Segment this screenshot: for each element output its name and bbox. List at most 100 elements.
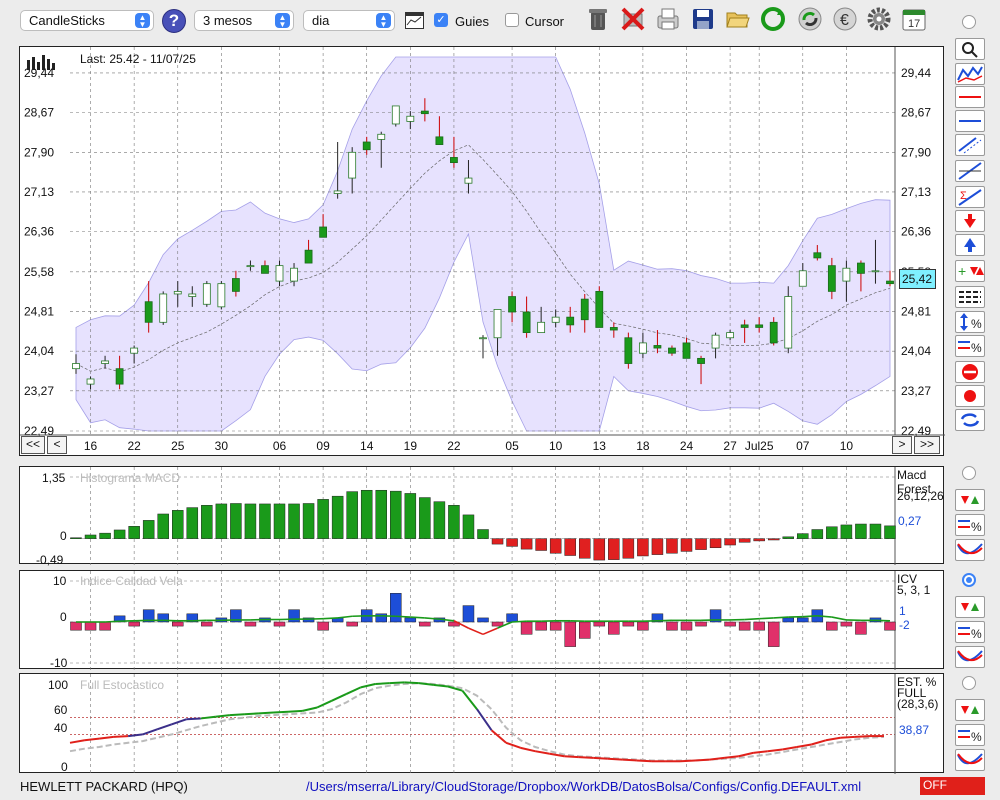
stoch-k-line bbox=[302, 706, 318, 712]
price-axis-tick-left: 27,13 bbox=[24, 185, 54, 199]
stop-button[interactable] bbox=[955, 361, 985, 383]
gear-icon[interactable] bbox=[866, 6, 892, 32]
period-value: 3 mesos bbox=[203, 13, 253, 28]
currency-icon[interactable]: € bbox=[832, 6, 858, 32]
macd-bar bbox=[360, 489, 373, 539]
icv-bar bbox=[695, 621, 707, 627]
chart-settings-icon[interactable] bbox=[405, 12, 424, 29]
record-button[interactable] bbox=[955, 385, 985, 407]
sync-button[interactable] bbox=[955, 409, 985, 431]
buy-sell-button[interactable]: + bbox=[955, 260, 985, 282]
trash-icon[interactable] bbox=[585, 6, 611, 32]
icv-bar bbox=[462, 605, 475, 623]
candle-body bbox=[464, 177, 473, 184]
stoch-k-line bbox=[520, 746, 536, 753]
hline-blue-button[interactable] bbox=[955, 110, 985, 132]
delete-icon[interactable] bbox=[620, 6, 646, 32]
icv-bar bbox=[404, 617, 417, 623]
cycle-icon[interactable] bbox=[797, 6, 823, 32]
chart-overlay-button[interactable] bbox=[955, 63, 985, 85]
buy-sell-signal-icon bbox=[956, 700, 984, 723]
calendar-icon[interactable]: 17 bbox=[901, 6, 927, 32]
hline-red-button[interactable] bbox=[955, 86, 985, 108]
date-axis-tick: 16 bbox=[84, 439, 98, 453]
save-icon[interactable] bbox=[690, 6, 716, 32]
macd-bar bbox=[491, 538, 504, 545]
stoch-k-line bbox=[98, 735, 114, 740]
oscillator-curve-button[interactable] bbox=[955, 539, 985, 561]
candlestick-chart[interactable]: 29,44 29,4428,67 28,6727,90 27,9027,13 27,13… bbox=[20, 47, 945, 457]
oscillator-curve-button[interactable] bbox=[955, 646, 985, 668]
chart-type-select[interactable]: CandleSticks ▲ ▼ bbox=[20, 10, 154, 31]
buy-sell-signal-button[interactable] bbox=[955, 489, 985, 511]
zoom-percent-button[interactable]: % bbox=[955, 311, 985, 333]
bollinger-band bbox=[75, 56, 891, 432]
interval-select[interactable]: dia ▲ ▼ bbox=[303, 10, 395, 31]
main-chart-panel: 29,44 29,44 28,67 28,67 27,90 27,90 27,13 27,13… bbox=[19, 46, 945, 457]
scale-percent-button[interactable]: % bbox=[955, 724, 985, 746]
open-folder-icon[interactable] bbox=[725, 6, 751, 32]
grid-lines-button[interactable] bbox=[955, 286, 985, 308]
date-axis-tick: 05 bbox=[505, 439, 519, 453]
fibonacci-icon: Σ bbox=[956, 187, 984, 210]
price-axis-tick-right: 24,04 bbox=[901, 344, 931, 358]
macd-bar bbox=[375, 489, 387, 539]
scale-percent-button[interactable]: % bbox=[955, 621, 985, 643]
indicator-panel-radio[interactable] bbox=[962, 466, 976, 480]
arrow-up-button[interactable] bbox=[955, 234, 985, 256]
cursor-checkbox[interactable] bbox=[505, 13, 519, 27]
buy-sell-signal-button[interactable] bbox=[955, 596, 985, 618]
macd-bar bbox=[390, 490, 402, 539]
print-icon[interactable] bbox=[655, 6, 681, 32]
scale-percent-button[interactable]: % bbox=[955, 335, 985, 357]
macd-bar bbox=[767, 538, 780, 541]
zoom-button[interactable] bbox=[955, 38, 985, 60]
off-indicator[interactable]: OFF bbox=[920, 777, 985, 795]
indicator-panel-radio[interactable] bbox=[962, 573, 976, 587]
candle-body bbox=[624, 337, 633, 364]
icv-signal-line bbox=[468, 627, 484, 636]
scale-percent-button[interactable]: % bbox=[955, 514, 985, 536]
candle-body bbox=[551, 316, 560, 323]
nav-last-button[interactable]: >> bbox=[914, 436, 940, 454]
nav-first-button[interactable]: << bbox=[21, 436, 45, 454]
oscillator-curve-button[interactable] bbox=[955, 749, 985, 771]
stoch-title: Full Estocastico bbox=[80, 678, 165, 692]
trendline-button[interactable] bbox=[955, 160, 985, 182]
stoch-k-line bbox=[200, 715, 216, 720]
icv-signal-line bbox=[410, 616, 425, 619]
stoch-k-line bbox=[69, 739, 85, 744]
stoch-k-line bbox=[345, 686, 362, 695]
stoch-k-line bbox=[389, 681, 405, 685]
candle-body bbox=[319, 226, 328, 238]
bars-icon[interactable] bbox=[26, 54, 56, 70]
buy-sell-signal-button[interactable] bbox=[955, 699, 985, 721]
nav-prev-button[interactable]: < bbox=[47, 436, 67, 454]
candle-body bbox=[391, 105, 400, 125]
arrow-down-button[interactable] bbox=[955, 210, 985, 232]
config-path-link[interactable]: /Users/mserra/Library/CloudStorage/Dropb… bbox=[306, 779, 861, 794]
help-icon[interactable]: ? bbox=[162, 9, 186, 33]
icv-params: 5, 3, 1 bbox=[897, 583, 931, 597]
period-select[interactable]: 3 mesos ▲ ▼ bbox=[194, 10, 294, 31]
chevron-updown-icon: ▲ ▼ bbox=[135, 13, 150, 29]
guies-checkbox[interactable]: ✓ bbox=[434, 13, 448, 27]
scale-percent-icon: % bbox=[956, 336, 984, 359]
macd-bar bbox=[782, 536, 794, 539]
fibonacci-button[interactable]: Σ bbox=[955, 186, 985, 208]
date-axis-tick: 22 bbox=[447, 439, 461, 453]
macd-bar bbox=[331, 495, 344, 539]
refresh-icon[interactable] bbox=[760, 6, 786, 32]
indicator-panel-radio[interactable] bbox=[962, 676, 976, 690]
nav-next-button[interactable]: > bbox=[892, 436, 912, 454]
price-axis-tick-left: 28,67 bbox=[24, 106, 54, 120]
channel-button[interactable] bbox=[955, 134, 985, 156]
macd-bar bbox=[738, 538, 751, 543]
main-chart-radio[interactable] bbox=[962, 15, 976, 29]
candle-body bbox=[740, 324, 749, 328]
date-axis-tick: 10 bbox=[549, 439, 563, 453]
icv-bar bbox=[622, 621, 635, 627]
macd-bar bbox=[564, 538, 576, 556]
macd-bar bbox=[99, 532, 111, 539]
macd-bar bbox=[186, 507, 199, 539]
